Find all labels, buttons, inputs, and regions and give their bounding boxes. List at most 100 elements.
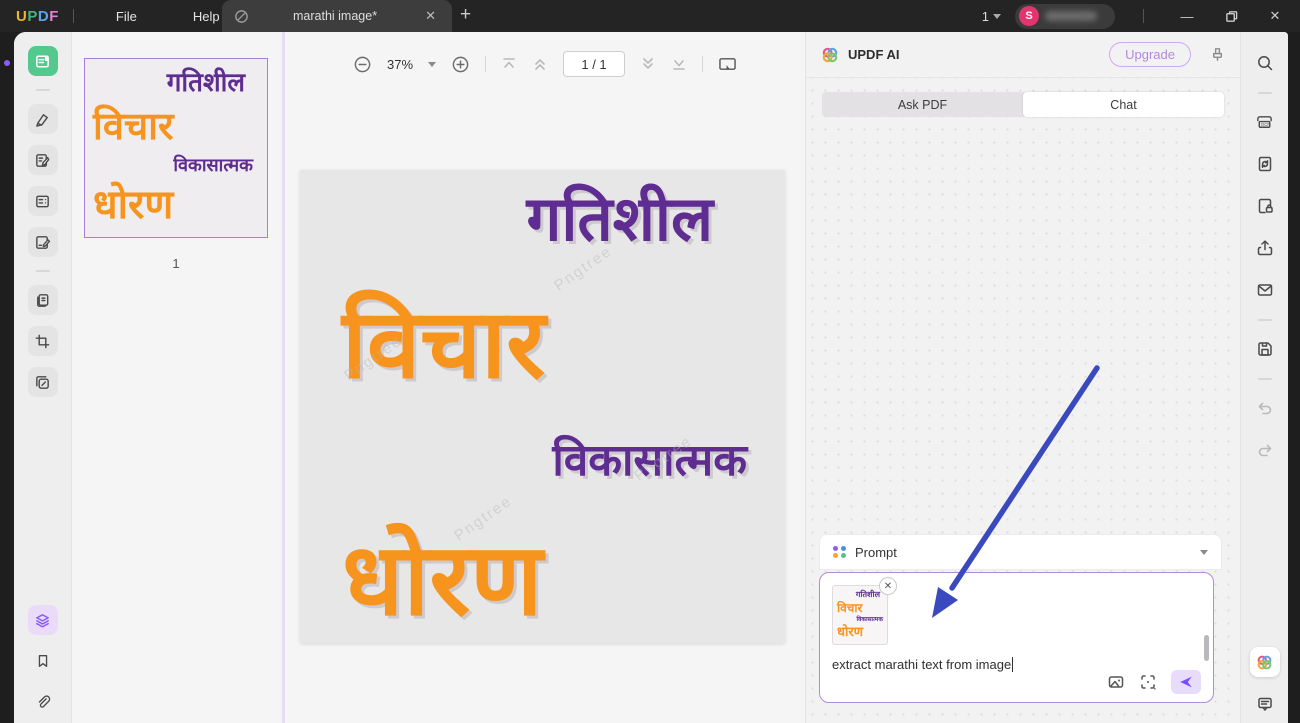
edit-document-icon [34, 152, 51, 169]
divider [702, 56, 703, 72]
logo-letter: F [49, 8, 59, 25]
restore-button[interactable] [1216, 4, 1246, 28]
email-button[interactable] [1250, 275, 1280, 305]
send-button[interactable] [1171, 670, 1201, 694]
paperclip-icon [35, 694, 51, 710]
attach-line-3: विकासात्मक [856, 617, 883, 623]
protect-button[interactable] [1250, 191, 1280, 221]
view-toolbar: 37% 1 / 1 [285, 44, 805, 84]
tab-close-icon[interactable]: ✕ [421, 8, 440, 24]
document-canvas: 37% 1 / 1 Pngtree Pngtree Pngtree Pngtre… [285, 32, 805, 723]
prompt-icon [833, 546, 846, 559]
minimize-button[interactable]: — [1172, 4, 1202, 28]
first-page-button[interactable] [501, 56, 517, 72]
save-button[interactable] [1250, 334, 1280, 364]
document-lock-icon [1256, 197, 1274, 215]
last-page-button[interactable] [671, 56, 687, 72]
undo-button[interactable] [1250, 393, 1280, 423]
zoom-dropdown-icon[interactable] [428, 62, 436, 67]
updf-ai-panel: UPDF AI Upgrade Ask PDF Chat Prompt [805, 32, 1240, 723]
search-button[interactable] [1250, 48, 1280, 78]
form-icon [34, 193, 51, 210]
comment-icon [1256, 695, 1274, 713]
account-button[interactable]: S [1015, 4, 1115, 29]
close-button[interactable]: ✕ [1260, 4, 1290, 28]
thumb-line-4: धोरण [93, 184, 259, 226]
tab-chat[interactable]: Chat [1023, 92, 1224, 117]
logo-letter: P [27, 8, 38, 25]
thumbnail-panel: गतिशील विचार विकासात्मक धोरण 1 [72, 32, 285, 723]
pdf-page[interactable]: Pngtree Pngtree Pngtree Pngtree गतिशील व… [300, 170, 785, 643]
document-tab[interactable]: marathi image* ✕ [222, 0, 452, 32]
redo-button[interactable] [1250, 435, 1280, 465]
attach-line-2: विचार [837, 602, 883, 614]
prompt-section: Prompt गतिशील विचार विकासात्मक धोरण ✕ ex… [819, 534, 1222, 703]
attach-line-4: धोरण [837, 626, 883, 639]
prompt-header[interactable]: Prompt [819, 534, 1222, 570]
thumb-line-3: विकासात्मक [173, 156, 253, 175]
screenshot-capture-button[interactable] [1139, 673, 1157, 691]
page-line-2: विचार [342, 294, 545, 396]
insert-image-button[interactable] [1107, 673, 1125, 691]
convert-button[interactable] [1250, 149, 1280, 179]
thumbnail-page-number: 1 [84, 256, 268, 271]
comments-list-button[interactable] [1250, 689, 1280, 719]
comment-tool-button[interactable] [28, 104, 58, 134]
pages-icon [34, 292, 51, 309]
crop-button[interactable] [28, 326, 58, 356]
prompt-collapse-icon[interactable] [1200, 550, 1208, 555]
zoom-in-button[interactable] [451, 55, 470, 74]
share-button[interactable] [1250, 233, 1280, 263]
updf-ai-button[interactable] [1250, 647, 1280, 677]
undo-icon [1256, 399, 1274, 417]
edit-text-button[interactable] [28, 145, 58, 175]
attachment-button[interactable] [28, 687, 58, 717]
updf-ai-icon [1255, 653, 1274, 672]
bookmark-button[interactable] [28, 646, 58, 676]
user-name-redacted [1045, 11, 1097, 21]
page-indicator[interactable]: 1 / 1 [563, 51, 625, 77]
save-icon [1256, 340, 1274, 358]
marker-icon [34, 111, 51, 128]
brush-icon[interactable] [1209, 46, 1226, 63]
zoom-level: 37% [387, 57, 413, 72]
divider [36, 270, 50, 272]
capture-button[interactable] [28, 367, 58, 397]
remove-attachment-button[interactable]: ✕ [879, 577, 897, 595]
page-edit-button[interactable] [28, 227, 58, 257]
logo-letter: D [38, 8, 49, 25]
updf-ai-logo-icon [820, 45, 840, 65]
zoom-out-button[interactable] [353, 55, 372, 74]
convert-icon [1256, 155, 1274, 173]
layers-button[interactable] [28, 605, 58, 635]
presentation-button[interactable] [718, 56, 737, 73]
ocr-button[interactable]: OCR [1250, 107, 1280, 137]
divider [1258, 92, 1272, 94]
tab-ask-pdf[interactable]: Ask PDF [822, 92, 1023, 117]
page-thumbnail[interactable]: गतिशील विचार विकासात्मक धोरण [84, 58, 268, 238]
window-count-dropdown[interactable]: 1 [982, 9, 1001, 24]
attach-line-1: गतिशील [856, 591, 880, 599]
forms-button[interactable] [28, 186, 58, 216]
thumb-line-1: गतिशील [167, 70, 245, 98]
divider [1258, 378, 1272, 380]
restore-icon [1225, 10, 1238, 23]
prompt-text[interactable]: extract marathi text from image [832, 657, 1011, 672]
input-scrollbar[interactable] [1204, 635, 1209, 661]
next-page-button[interactable] [640, 56, 656, 72]
share-icon [1256, 239, 1274, 257]
screenshot-icon [34, 374, 51, 391]
menu-file[interactable]: File [88, 9, 165, 24]
page-line-4: धोरण [342, 527, 543, 633]
organize-pages-button[interactable] [28, 285, 58, 315]
attached-image-thumbnail[interactable]: गतिशील विचार विकासात्मक धोरण ✕ [832, 585, 888, 645]
previous-page-button[interactable] [532, 56, 548, 72]
ocr-icon: OCR [1255, 113, 1274, 132]
prompt-input[interactable]: गतिशील विचार विकासात्मक धोरण ✕ extract m… [819, 572, 1214, 703]
upgrade-button[interactable]: Upgrade [1109, 42, 1191, 67]
divider [485, 56, 486, 72]
tab-title: marathi image* [249, 9, 421, 23]
thumb-line-2: विचार [93, 106, 259, 146]
reader-mode-button[interactable] [28, 46, 58, 76]
new-tab-button[interactable]: + [460, 4, 471, 26]
